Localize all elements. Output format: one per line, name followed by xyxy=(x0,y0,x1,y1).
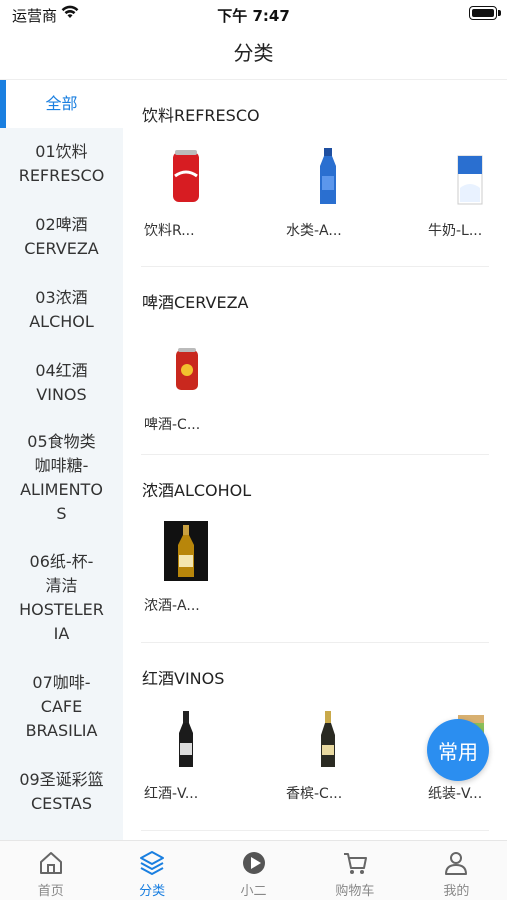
milk-carton-icon xyxy=(440,146,500,206)
sidebar-item-label: 04红酒 VINOS xyxy=(35,360,88,404)
champagne-bottle-icon xyxy=(298,709,358,769)
product-item[interactable]: 水类-A... xyxy=(283,146,373,240)
status-bar: 运营商 下午 7:47 xyxy=(0,0,507,30)
sidebar-item-label: 02啤酒 CERVEZA xyxy=(24,214,99,258)
product-name: 纸装-V... xyxy=(428,786,483,802)
tab-label: 首页 xyxy=(37,884,64,899)
tab-xiaoer[interactable]: 小二 xyxy=(203,841,304,900)
section-title: 浓酒ALCOHOL xyxy=(142,481,252,500)
nav-bar: 分类 xyxy=(0,30,507,80)
section-title: 饮料REFRESCO xyxy=(142,106,260,125)
cola-can-icon xyxy=(156,146,216,206)
sidebar-item-label: 03浓酒 ALCHOL xyxy=(29,287,94,331)
tab-home[interactable]: 首页 xyxy=(0,841,101,900)
tab-category[interactable]: 分类 xyxy=(101,841,202,900)
tab-label: 小二 xyxy=(240,884,267,899)
sidebar-item-label: 01饮料 REFRESCO xyxy=(18,142,105,185)
page-title: 分类 xyxy=(233,41,274,65)
home-icon xyxy=(39,852,62,874)
sidebar-item-all[interactable]: 全部 xyxy=(0,80,123,128)
product-name: 水类-A... xyxy=(286,223,342,239)
product-name: 牛奶-L... xyxy=(428,223,483,239)
product-name: 饮料R... xyxy=(144,223,195,239)
product-item[interactable]: 香槟-C... xyxy=(283,709,373,803)
category-section: 浓酒ALCOHOL 浓酒-A... xyxy=(141,455,489,643)
tab-label: 购物车 xyxy=(335,884,375,899)
sidebar-item-label: 06纸-杯- 清洁 HOSTELER IA xyxy=(19,551,104,643)
category-section: 啤酒CERVEZA 啤酒-C... xyxy=(141,267,489,455)
section-title: 红酒VINOS xyxy=(142,669,225,688)
cart-icon xyxy=(343,853,367,874)
sidebar-item-refresco[interactable]: 01饮料 REFRESCO xyxy=(0,128,123,200)
frequent-items-button[interactable]: 常用 xyxy=(427,719,489,781)
sidebar-item-cestas[interactable]: 09圣诞彩篮 CESTAS xyxy=(0,756,123,828)
product-name: 红酒-V... xyxy=(144,786,199,802)
category-sidebar[interactable]: 全部 01饮料 REFRESCO 02啤酒 CERVEZA 03浓酒 ALCHO… xyxy=(0,80,123,840)
beer-can-icon xyxy=(156,340,216,400)
section-title: 啤酒CERVEZA xyxy=(142,293,249,312)
sidebar-item-alimentos[interactable]: 05食物类 咖啡糖- ALIMENTO S xyxy=(0,419,123,537)
user-icon xyxy=(445,852,468,875)
tab-label: 分类 xyxy=(139,884,166,899)
sidebar-item-hosteleria[interactable]: 06纸-杯- 清洁 HOSTELER IA xyxy=(0,537,123,658)
category-section: 饮料REFRESCO 饮料R... 水类-A... 牛奶-L... xyxy=(141,80,489,267)
product-item[interactable]: 牛奶-L... xyxy=(425,146,507,240)
status-time: 下午 7:47 xyxy=(217,7,290,25)
tab-label: 我的 xyxy=(443,884,470,899)
product-item[interactable]: 啤酒-C... xyxy=(141,340,231,434)
wine-bottle-icon xyxy=(156,709,216,769)
sidebar-item-alchol[interactable]: 03浓酒 ALCHOL xyxy=(0,273,123,346)
sidebar-item-label: 全部 xyxy=(45,94,78,113)
play-icon xyxy=(242,852,265,874)
sidebar-item-cafe[interactable]: 07咖啡- CAFE BRASILIA xyxy=(0,658,123,756)
battery-icon xyxy=(469,6,501,20)
tab-mine[interactable]: 我的 xyxy=(406,841,507,900)
product-name: 香槟-C... xyxy=(286,786,343,802)
tab-bar: 首页 分类 小二 购物车 我的 xyxy=(0,840,507,900)
tab-cart[interactable]: 购物车 xyxy=(304,841,405,900)
product-item[interactable]: 红酒-V... xyxy=(141,709,231,803)
sidebar-item-cerveza[interactable]: 02啤酒 CERVEZA xyxy=(0,200,123,273)
product-name: 啤酒-C... xyxy=(144,417,201,433)
product-item[interactable]: 饮料R... xyxy=(141,146,231,240)
product-name: 浓酒-A... xyxy=(144,598,200,614)
whisky-bottle-icon xyxy=(156,521,216,581)
product-item[interactable]: 浓酒-A... xyxy=(141,521,231,615)
sidebar-item-label: 07咖啡- CAFE BRASILIA xyxy=(25,673,98,740)
sidebar-item-vinos[interactable]: 04红酒 VINOS xyxy=(0,346,123,419)
sidebar-item-label: 05食物类 咖啡糖- ALIMENTO S xyxy=(20,432,103,523)
sidebar-item-label: 09圣诞彩篮 CESTAS xyxy=(19,770,104,813)
water-bottle-icon xyxy=(298,146,358,206)
layers-icon xyxy=(140,851,165,875)
